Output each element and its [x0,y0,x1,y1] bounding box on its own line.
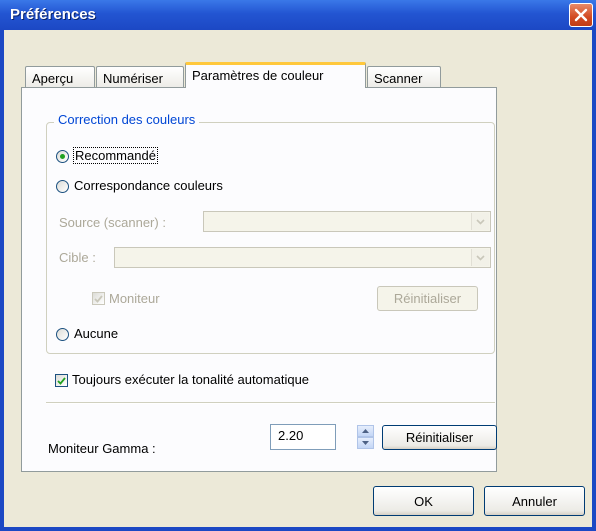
target-label: Cible : [59,250,96,265]
color-reset-button[interactable]: Réinitialiser [377,286,478,311]
gamma-spin-up[interactable] [357,425,374,437]
target-dropdown-arrow[interactable] [471,249,489,266]
auto-tone-checkbox[interactable] [55,374,68,387]
monitor-checkbox-label: Moniteur [109,291,160,306]
gamma-input[interactable]: 2.20 [270,424,336,450]
radio-recommended[interactable] [56,150,69,163]
radio-none[interactable] [56,328,69,341]
window-frame-bottom [0,527,596,531]
window-frame-left [0,30,4,531]
chevron-down-icon [476,254,485,261]
chevron-down-icon [476,218,485,225]
gamma-reset-button[interactable]: Réinitialiser [382,425,497,450]
ok-button[interactable]: OK [373,486,474,516]
monitor-checkbox[interactable] [92,292,105,305]
gamma-spin-down[interactable] [357,437,374,449]
checkmark-icon [57,376,66,385]
auto-tone-label[interactable]: Toujours exécuter la tonalité automatiqu… [72,372,309,387]
tab-parametres-de-couleur[interactable]: Paramètres de couleur [185,62,366,88]
tab-numeriser-label: Numériser [103,71,163,86]
radio-recommended-label[interactable]: Recommandé [73,147,158,164]
radio-color-matching[interactable] [56,180,69,193]
gamma-reset-button-label: Réinitialiser [405,430,474,445]
source-scanner-label: Source (scanner) : [59,215,166,230]
tab-parametres-label: Paramètres de couleur [192,68,324,83]
tab-apercu-label: Aperçu [32,71,74,86]
target-select[interactable] [114,247,491,268]
close-button[interactable] [569,3,593,27]
window-frame-right [592,30,596,531]
cancel-button[interactable]: Annuler [484,486,585,516]
checkmark-icon [94,294,103,303]
color-reset-button-label: Réinitialiser [393,291,462,306]
source-scanner-select[interactable] [203,211,491,232]
source-dropdown-arrow[interactable] [471,213,489,230]
tab-scanner-label: Scanner [374,71,423,86]
cancel-button-label: Annuler [512,493,557,509]
gamma-value: 2.20 [278,428,304,443]
section-divider [46,402,495,404]
gamma-label: Moniteur Gamma : [48,441,156,456]
radio-none-label[interactable]: Aucune [74,326,118,341]
tab-panel-color-settings: Correction des couleurs Recommandé Corre… [21,87,497,472]
gamma-spinner[interactable] [357,425,374,449]
tab-scanner[interactable]: Scanner [367,66,441,88]
ok-button-label: OK [414,493,433,509]
radio-color-matching-label[interactable]: Correspondance couleurs [74,178,223,193]
title-bar: Préférences [0,0,596,30]
arrow-up-icon [362,429,369,433]
tab-apercu[interactable]: Aperçu [25,66,95,88]
close-icon [574,8,588,22]
arrow-down-icon [362,441,369,445]
color-correction-group-label: Correction des couleurs [54,112,200,127]
window-title: Préférences [10,6,96,23]
tab-numeriser[interactable]: Numériser [96,66,184,88]
